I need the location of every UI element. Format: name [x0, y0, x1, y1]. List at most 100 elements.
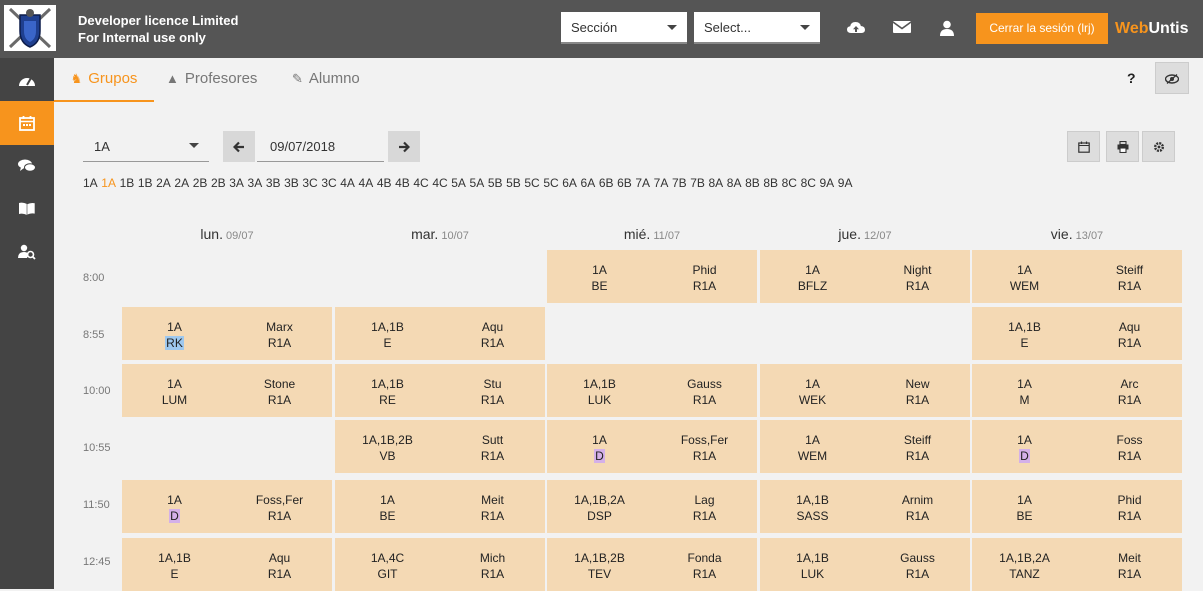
- calendar-picker-button[interactable]: [1067, 131, 1100, 162]
- help-button[interactable]: ?: [1127, 70, 1136, 86]
- lesson-card[interactable]: 1A Night BFLZ R1A: [760, 250, 970, 303]
- lesson-teacher: Mich: [440, 551, 545, 565]
- lesson-card[interactable]: 1A Foss,Fer D R1A: [547, 420, 757, 473]
- class-link[interactable]: 7A: [635, 176, 650, 190]
- class-link[interactable]: 3B: [266, 176, 281, 190]
- lesson-card[interactable]: 1A,1B Aqu E R1A: [972, 307, 1182, 360]
- lesson-room-text: R1A: [692, 279, 717, 293]
- class-link[interactable]: 4C: [413, 176, 428, 190]
- settings-button[interactable]: [1142, 131, 1175, 162]
- class-link[interactable]: 5B: [488, 176, 503, 190]
- lesson-card[interactable]: 1A Steiff WEM R1A: [972, 250, 1182, 303]
- lesson-subject-text: WEM: [797, 449, 828, 463]
- class-link[interactable]: 7B: [672, 176, 687, 190]
- class-link[interactable]: 9A: [820, 176, 835, 190]
- class-link[interactable]: 7A: [654, 176, 669, 190]
- class-link[interactable]: 5A: [470, 176, 485, 190]
- lesson-room-text: R1A: [480, 567, 505, 581]
- lesson-card[interactable]: 1A,1B,2A Lag DSP R1A: [547, 480, 757, 533]
- visibility-toggle-button[interactable]: [1155, 62, 1189, 94]
- class-link[interactable]: 8C: [801, 176, 816, 190]
- class-link[interactable]: 7B: [690, 176, 705, 190]
- sidebar-item-classbook[interactable]: [0, 187, 54, 231]
- class-link[interactable]: 2A: [156, 176, 171, 190]
- lesson-classes-text: 1A: [380, 493, 395, 507]
- previous-week-button[interactable]: [223, 131, 255, 162]
- class-link[interactable]: 1A: [83, 176, 98, 190]
- tab-profesores[interactable]: ▲ Profesores: [166, 58, 257, 100]
- lesson-card[interactable]: 1A Foss D R1A: [972, 420, 1182, 473]
- class-link[interactable]: 6B: [617, 176, 632, 190]
- class-link[interactable]: 5A: [451, 176, 466, 190]
- sidebar-item-messages[interactable]: [0, 144, 54, 188]
- lesson-card[interactable]: 1A,1B Stu RE R1A: [335, 364, 545, 417]
- item-select[interactable]: Select...: [694, 12, 820, 44]
- lesson-card[interactable]: 1A Foss,Fer D R1A: [122, 480, 332, 533]
- lesson-card[interactable]: 1A,1B Arnim SASS R1A: [760, 480, 970, 533]
- lesson-card[interactable]: 1A,4C Mich GIT R1A: [335, 538, 545, 591]
- class-link[interactable]: 3C: [321, 176, 336, 190]
- class-link[interactable]: 4A: [340, 176, 355, 190]
- lesson-card[interactable]: 1A Stone LUM R1A: [122, 364, 332, 417]
- lesson-card[interactable]: 1A Phid BE R1A: [547, 250, 757, 303]
- class-link[interactable]: 2B: [211, 176, 226, 190]
- class-link[interactable]: 4A: [359, 176, 374, 190]
- date-input[interactable]: 09/07/2018: [257, 131, 384, 162]
- class-link[interactable]: 6B: [599, 176, 614, 190]
- next-week-button[interactable]: [388, 131, 420, 162]
- class-link[interactable]: 8C: [782, 176, 797, 190]
- class-link[interactable]: 4B: [377, 176, 392, 190]
- class-link[interactable]: 2B: [193, 176, 208, 190]
- class-link[interactable]: 6A: [562, 176, 577, 190]
- class-link[interactable]: 3B: [284, 176, 299, 190]
- lesson-card[interactable]: 1A Phid BE R1A: [972, 480, 1182, 533]
- lesson-subject-text: TANZ: [1009, 567, 1040, 581]
- lesson-card[interactable]: 1A,1B Gauss LUK R1A: [547, 364, 757, 417]
- class-link[interactable]: 8B: [763, 176, 778, 190]
- lesson-teacher-text: Foss,Fer: [255, 493, 304, 507]
- class-link[interactable]: 3A: [229, 176, 244, 190]
- lesson-card[interactable]: 1A,1B,2B Fonda TEV R1A: [547, 538, 757, 591]
- class-link[interactable]: 1B: [138, 176, 153, 190]
- class-link[interactable]: 1A: [101, 176, 116, 190]
- class-link[interactable]: 9A: [838, 176, 853, 190]
- lesson-card[interactable]: 1A Steiff WEM R1A: [760, 420, 970, 473]
- sidebar-item-dashboard[interactable]: [0, 58, 54, 102]
- class-link[interactable]: 6A: [581, 176, 596, 190]
- class-link[interactable]: 4C: [432, 176, 447, 190]
- class-link[interactable]: 5C: [524, 176, 539, 190]
- logout-button[interactable]: Cerrar la sesión (lrj): [976, 13, 1108, 44]
- class-link[interactable]: 3C: [302, 176, 317, 190]
- section-select[interactable]: Sección: [561, 12, 687, 44]
- lesson-card[interactable]: 1A,1B Aqu E R1A: [122, 538, 332, 591]
- lesson-subject-text: LUK: [800, 567, 825, 581]
- lesson-card[interactable]: 1A Arc M R1A: [972, 364, 1182, 417]
- tab-grupos[interactable]: ♞ Grupos: [54, 58, 154, 102]
- lesson-card[interactable]: 1A,1B,2A Meit TANZ R1A: [972, 538, 1182, 591]
- class-link[interactable]: 8A: [709, 176, 724, 190]
- user-icon[interactable]: [937, 20, 957, 38]
- lesson-subject: E: [972, 336, 1077, 350]
- class-select[interactable]: 1A: [83, 131, 209, 162]
- class-link[interactable]: 3A: [248, 176, 263, 190]
- cloud-upload-icon[interactable]: [846, 20, 866, 38]
- lesson-teacher-text: Aqu: [1118, 320, 1141, 334]
- mail-icon[interactable]: [892, 20, 912, 38]
- class-link[interactable]: 4B: [395, 176, 410, 190]
- lesson-card[interactable]: 1A New WEK R1A: [760, 364, 970, 417]
- class-link[interactable]: 8B: [745, 176, 760, 190]
- lesson-card[interactable]: 1A Marx RK R1A: [122, 307, 332, 360]
- class-link[interactable]: 1B: [120, 176, 135, 190]
- lesson-card[interactable]: 1A,1B,2B Sutt VB R1A: [335, 420, 545, 473]
- class-link[interactable]: 5B: [506, 176, 521, 190]
- tab-alumno[interactable]: ✎ Alumno: [292, 58, 360, 100]
- sidebar-item-timetable[interactable]: [0, 101, 54, 145]
- lesson-card[interactable]: 1A,1B Gauss LUK R1A: [760, 538, 970, 591]
- class-link[interactable]: 2A: [174, 176, 189, 190]
- lesson-card[interactable]: 1A,1B Aqu E R1A: [335, 307, 545, 360]
- lesson-card[interactable]: 1A Meit BE R1A: [335, 480, 545, 533]
- sidebar-item-students[interactable]: [0, 230, 54, 274]
- class-link[interactable]: 8A: [727, 176, 742, 190]
- class-link[interactable]: 5C: [543, 176, 558, 190]
- print-button[interactable]: [1106, 131, 1139, 162]
